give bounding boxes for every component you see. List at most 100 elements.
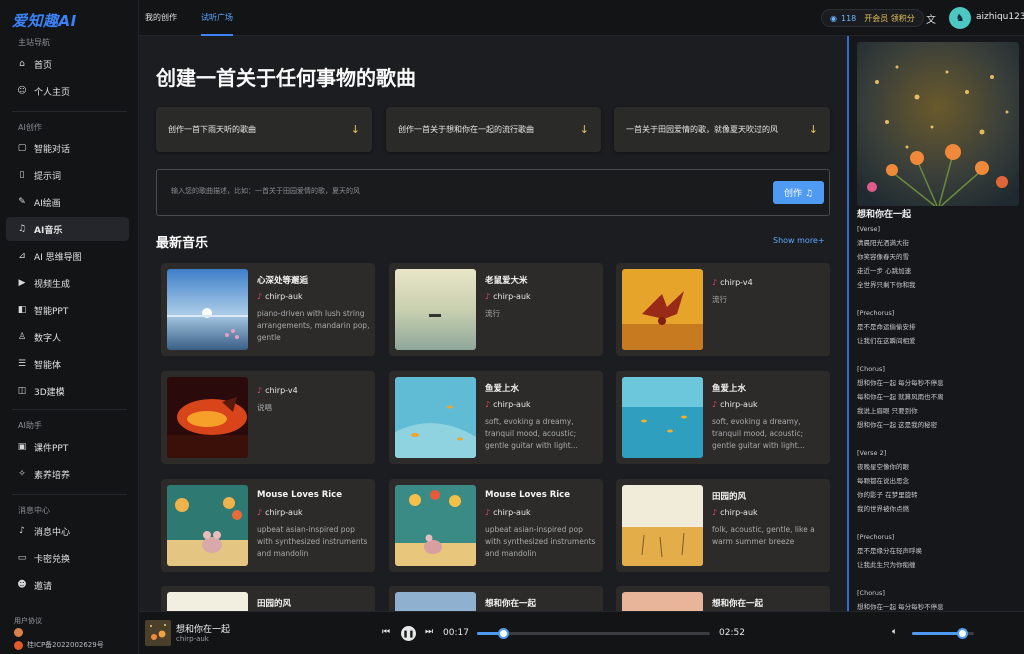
sidebar-item[interactable]: ◧ 智能PPT <box>6 298 129 322</box>
sidebar-item-label: AI绘画 <box>34 198 61 209</box>
song-detail-panel: 想和你在一起 [Verse] 清晨阳光洒满大街 你笑容像春天的雪 走近一步 心跳… <box>847 36 1024 611</box>
volume-icon[interactable]: 🔈︎ <box>892 627 897 637</box>
song-card[interactable]: ♪ chirp-v4 流行 <box>616 263 830 356</box>
song-model-label: chirp-v4 <box>720 278 753 287</box>
progress-knob[interactable] <box>497 628 509 639</box>
user-icon: ☺ <box>17 86 27 96</box>
sidebar-item[interactable]: ▯ 提示词 <box>6 163 129 187</box>
music-icon: ♫ <box>17 224 27 234</box>
song-card[interactable]: 鱼爱上水 ♪ chirp-auk soft, evoking a dreamy, tr… <box>389 371 603 464</box>
avatar-person-icon: ♙ <box>17 332 27 342</box>
main-content: 创建一首关于任何事物的歌曲 创作一首下雨天听的歌曲 ↓ 创作一首关于想和你在一起… <box>139 36 847 611</box>
suggestion-card-3[interactable]: 一首关于田园爱情的歌，就像夏天吹过的风 ↓ <box>614 107 830 152</box>
sidebar-item[interactable]: ⊿ AI 思维导图 <box>6 244 129 268</box>
credits-count: 118 <box>840 13 857 23</box>
song-card[interactable]: 田园的风 <box>161 586 375 611</box>
suggestion-card-2[interactable]: 创作一首关于想和你在一起的流行歌曲 ↓ <box>386 107 601 152</box>
icp-link[interactable]: 桂ICP备2022002629号 <box>27 640 104 650</box>
progress-slider[interactable] <box>477 628 710 639</box>
bell-icon: ♪ <box>19 526 25 536</box>
sidebar-item[interactable]: ◫ 3D建模 <box>6 379 129 403</box>
song-card[interactable]: 想和你在一起 <box>616 586 830 611</box>
volume-slider[interactable] <box>912 628 974 639</box>
song-cover-thumbnail[interactable] <box>395 485 476 566</box>
sidebar-item[interactable]: ▢ 智能对话 <box>6 136 129 160</box>
song-cover-thumbnail[interactable] <box>622 485 703 566</box>
music-note-icon: ♪ <box>485 292 491 301</box>
sparkle-icon: ✧ <box>18 469 26 479</box>
song-cover-thumbnail[interactable] <box>622 269 703 350</box>
song-cover-thumbnail[interactable] <box>395 269 476 350</box>
sidebar-item[interactable]: ✎ AI绘画 <box>6 190 129 214</box>
sidebar-item[interactable]: ⌂ 首页 <box>6 52 129 76</box>
song-cover-thumbnail[interactable] <box>622 592 703 611</box>
sidebar-item[interactable]: ☰ 智能体 <box>6 352 129 376</box>
song-model-label: chirp-auk <box>265 292 303 301</box>
video-icon: ▶ <box>18 278 26 288</box>
song-cover-thumbnail[interactable] <box>167 592 248 611</box>
suggestion-card-1[interactable]: 创作一首下雨天听的歌曲 ↓ <box>156 107 372 152</box>
nav-divider <box>12 111 127 112</box>
tab-my-creations[interactable]: 我的创作 <box>145 0 177 36</box>
song-prompt-input[interactable] <box>171 187 731 195</box>
song-card[interactable]: ♪ chirp-v4 说唱 <box>161 371 375 464</box>
sidebar-item-label: 首页 <box>34 60 53 71</box>
sidebar-item[interactable]: ▣ 课件PPT <box>6 435 129 459</box>
previous-track-icon[interactable]: ⏮ <box>382 627 390 637</box>
nav-section-label: 消息中心 <box>18 506 50 515</box>
nav-section-label: AI助手 <box>18 421 42 430</box>
create-button[interactable]: 创作 ♫ <box>773 181 824 204</box>
sidebar-item[interactable]: ☺ 个人主页 <box>6 79 129 103</box>
sidebar-item[interactable]: ☻ 邀请 <box>6 573 129 597</box>
song-card[interactable]: Mouse Loves Rice ♪ chirp-auk upbeat asian-i… <box>389 479 603 572</box>
show-more-link[interactable]: Show more+ <box>773 236 825 245</box>
arrow-down-icon: ↓ <box>808 122 818 136</box>
song-cover-thumbnail[interactable] <box>167 485 248 566</box>
sidebar-item[interactable]: ♪ 消息中心 <box>6 519 129 543</box>
song-model-label: chirp-auk <box>493 508 531 517</box>
user-agreement-link[interactable]: 用户协议 <box>14 616 42 626</box>
song-model-tag: ♪ chirp-auk <box>485 508 531 517</box>
song-card[interactable]: 心深处等邂逅 ♪ chirp-auk piano-driven with lush s… <box>161 263 375 356</box>
song-description: piano-driven with lush string arrangemen… <box>257 309 370 342</box>
song-card[interactable]: 田园的风 ♪ chirp-auk folk, acoustic, gentle, li… <box>616 479 830 572</box>
sidebar-item[interactable]: ▶ 视频生成 <box>6 271 129 295</box>
song-cover-thumbnail[interactable] <box>167 377 248 458</box>
credits-label: 开会员 领积分 <box>864 13 915 23</box>
song-description: soft, evoking a dreamy, tranquil mood, a… <box>485 417 578 450</box>
suggestion-text: 一首关于田园爱情的歌，就像夏天吹过的风 <box>626 124 778 134</box>
song-cover-thumbnail[interactable] <box>395 377 476 458</box>
song-model-tag: ♪ chirp-auk <box>712 508 758 517</box>
credits-pill[interactable]: ◉ 118 开会员 领积分 <box>821 9 924 27</box>
next-track-icon[interactable]: ⏭ <box>425 627 433 637</box>
song-cover-thumbnail[interactable] <box>167 269 248 350</box>
icp-row[interactable]: 桂ICP备2022002629号 <box>14 640 104 650</box>
user-avatar[interactable]: ♞ <box>949 7 971 29</box>
song-lyrics: [Verse] 清晨阳光洒满大街 你笑容像春天的雪 走近一步 心跳加速 全世界只… <box>857 225 944 611</box>
song-cover-thumbnail[interactable] <box>395 592 476 611</box>
username[interactable]: aizhiqu123 <box>976 12 1024 22</box>
song-model-tag: ♪ chirp-auk <box>485 292 531 301</box>
song-card[interactable]: 想和你在一起 <box>389 586 603 611</box>
sidebar-item[interactable]: ▭ 卡密兑换 <box>6 546 129 570</box>
sidebar-item[interactable]: ♫ AI音乐 <box>6 217 129 241</box>
tab-listening-plaza[interactable]: 试听广场 <box>201 0 233 36</box>
page-title: 创建一首关于任何事物的歌曲 <box>156 66 416 90</box>
song-model-tag: ♪ chirp-auk <box>257 508 303 517</box>
song-card[interactable]: Mouse Loves Rice ♪ chirp-auk upbeat asian-i… <box>161 479 375 572</box>
sidebar-item-label: 数字人 <box>34 333 62 344</box>
song-card[interactable]: 鱼爱上水 ♪ chirp-auk soft, evoking a dreamy, tr… <box>616 371 830 464</box>
brush-icon: ✎ <box>18 197 26 207</box>
volume-knob[interactable] <box>956 628 968 639</box>
music-note-icon: ♪ <box>712 278 718 287</box>
sidebar-item[interactable]: ♙ 数字人 <box>6 325 129 349</box>
app-logo[interactable]: 爱知趣AI <box>12 10 77 31</box>
translate-icon[interactable]: 文 <box>926 11 936 26</box>
sidebar-item-label: 邀请 <box>34 581 53 592</box>
sidebar-item[interactable]: ✧ 素养培养 <box>6 462 129 486</box>
song-title: 田园的风 <box>257 599 292 609</box>
pause-button[interactable]: ❚❚ <box>401 626 416 641</box>
song-description: 流行 <box>485 309 500 318</box>
song-cover-thumbnail[interactable] <box>622 377 703 458</box>
song-card[interactable]: 老鼠爱大米 ♪ chirp-auk 流行 <box>389 263 603 356</box>
